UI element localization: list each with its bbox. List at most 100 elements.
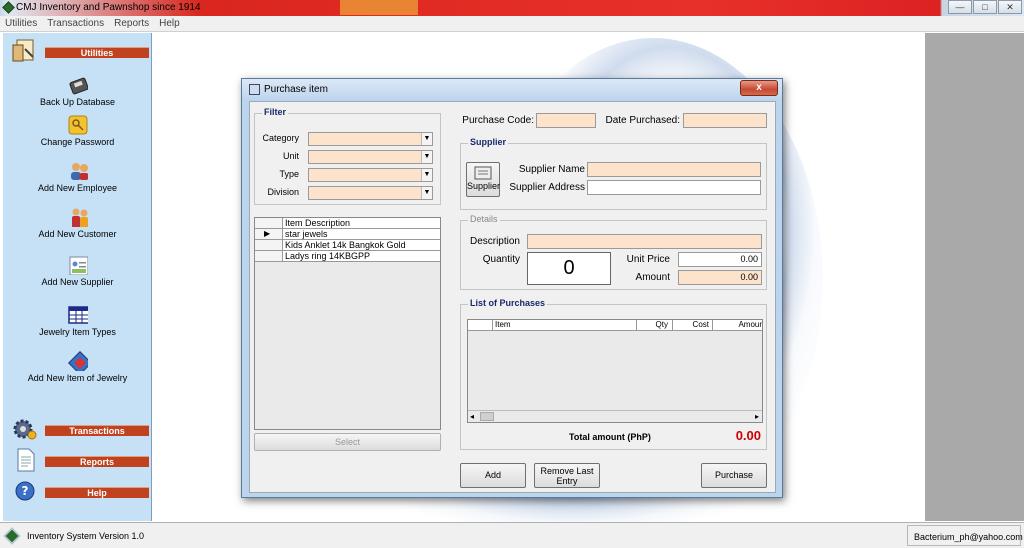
horizontal-scrollbar[interactable]: ◂ ▸ (468, 410, 762, 422)
amount-label: Amount (635, 272, 670, 283)
title-highlight (340, 0, 418, 15)
sidebar-item-change-password[interactable]: Change Password (3, 115, 152, 148)
dialog-body: Filter Category ▼ Unit ▼ Type ▼ Division… (249, 101, 776, 493)
window-title: CMJ Inventory and Pawnshop since 1914 (16, 2, 201, 13)
list-of-purchases-group: List of Purchases Item Qty Cost Amour ◂ … (460, 298, 767, 450)
remove-last-entry-button[interactable]: Remove Last Entry (534, 463, 600, 488)
scroll-left-icon[interactable]: ◂ (470, 412, 474, 421)
menu-reports[interactable]: Reports (109, 16, 154, 31)
sidebar-item-label: Jewelry Item Types (39, 327, 116, 337)
supplier-address-field[interactable] (587, 180, 761, 195)
unit-label: Unit (282, 151, 299, 161)
total-amount-label: Total amount (PhP) (569, 432, 651, 442)
date-purchased-field[interactable] (683, 113, 767, 128)
type-combo[interactable]: ▼ (308, 168, 433, 182)
window-controls: — □ ✕ (947, 0, 1022, 14)
scroll-right-icon[interactable]: ▸ (755, 412, 759, 421)
app-logo-icon (2, 1, 15, 14)
menu-utilities[interactable]: Utilities (0, 16, 42, 31)
utilities-header[interactable]: Utilities (11, 37, 151, 65)
transactions-header[interactable]: Transactions (11, 415, 151, 443)
column-cost[interactable]: Cost (672, 320, 712, 331)
dialog-title: Purchase item (264, 84, 328, 95)
contact-card-icon (69, 256, 88, 275)
database-icon (68, 77, 88, 95)
contact-email: Bacterium_ph@yahoo.com (907, 525, 1023, 546)
purchases-list-header: Item Qty Cost Amour (468, 320, 762, 331)
row-header (255, 240, 283, 250)
scroll-thumb[interactable] (480, 412, 494, 421)
utilities-icon (12, 39, 34, 62)
column-amount[interactable]: Amour (712, 320, 762, 331)
table-row[interactable]: Ladys ring 14KBGPP (255, 251, 440, 262)
quantity-field[interactable]: 0 (527, 252, 611, 285)
table-cell[interactable]: star jewels (285, 229, 328, 239)
total-amount-value: 0.00 (735, 428, 761, 443)
chevron-down-icon: ▼ (421, 133, 432, 145)
supplier-button-label: Supplier (467, 181, 501, 191)
supplier-name-field[interactable] (587, 162, 761, 177)
status-bar: Inventory System Version 1.0 Bacterium_p… (0, 522, 1024, 548)
users-icon (70, 163, 88, 180)
purchase-code-field[interactable] (536, 113, 596, 128)
sidebar-item-label: Add New Employee (37, 183, 118, 193)
dialog-window-icon (249, 84, 260, 95)
quantity-label: Quantity (482, 254, 520, 265)
items-grid[interactable]: Item Description ▶ star jewels Kids Ankl… (254, 217, 441, 430)
maximize-button[interactable]: □ (973, 0, 997, 14)
table-row[interactable]: Kids Anklet 14k Bangkok Gold (255, 240, 440, 251)
svg-text:?: ? (22, 484, 29, 498)
table-cell[interactable]: Ladys ring 14KBGPP (285, 251, 370, 261)
menu-help[interactable]: Help (154, 16, 185, 31)
help-header-label: Help (45, 487, 149, 498)
grid-header-item-description[interactable]: Item Description (285, 218, 350, 228)
sidebar-item-jewelry-item-types[interactable]: Jewelry Item Types (3, 305, 152, 338)
purchases-list[interactable]: Item Qty Cost Amour ◂ ▸ (467, 319, 763, 423)
description-field[interactable] (527, 234, 762, 249)
dialog-close-button[interactable]: x (740, 80, 778, 96)
help-header[interactable]: ? Help (11, 477, 151, 505)
add-button[interactable]: Add (460, 463, 526, 488)
reports-header[interactable]: Reports (11, 446, 151, 474)
help-icon: ? (15, 481, 35, 501)
type-label: Type (279, 169, 299, 179)
supplier-legend: Supplier (468, 137, 509, 147)
close-window-button[interactable]: ✕ (998, 0, 1022, 14)
utilities-header-label: Utilities (45, 47, 149, 58)
sidebar-item-add-supplier[interactable]: Add New Supplier (3, 255, 152, 288)
category-label: Category (262, 133, 299, 143)
filter-group: Filter Category ▼ Unit ▼ Type ▼ Division… (254, 107, 441, 205)
table-row[interactable]: ▶ star jewels (255, 229, 440, 240)
column-item[interactable]: Item (492, 320, 638, 331)
chevron-down-icon: ▼ (421, 187, 432, 199)
sidebar-item-label: Change Password (40, 137, 115, 147)
row-selected-marker: ▶ (255, 229, 283, 239)
unit-price-field[interactable]: 0.00 (678, 252, 762, 267)
sidebar-item-backup[interactable]: Back Up Database (3, 75, 152, 108)
dialog-title-bar[interactable]: Purchase item x (242, 79, 782, 99)
sidebar-item-label: Add New Item of Jewelry (27, 373, 128, 383)
sidebar-item-add-employee[interactable]: Add New Employee (3, 161, 152, 194)
division-label: Division (267, 187, 299, 197)
division-combo[interactable]: ▼ (308, 186, 433, 200)
sidebar-item-add-customer[interactable]: Add New Customer (3, 207, 152, 240)
purchase-item-dialog: Purchase item x Filter Category ▼ Unit ▼… (241, 78, 783, 498)
details-group: Details Description Quantity 0 Unit Pric… (460, 214, 767, 290)
supplier-button[interactable]: Supplier (466, 162, 500, 197)
sidebar-item-label: Back Up Database (39, 97, 116, 107)
document-icon (17, 448, 35, 472)
supplier-address-label: Supplier Address (509, 182, 585, 193)
table-cell[interactable]: Kids Anklet 14k Bangkok Gold (285, 240, 406, 250)
menu-transactions[interactable]: Transactions (42, 16, 109, 31)
select-button[interactable]: Select (254, 433, 441, 451)
app-status-icon (3, 527, 21, 545)
title-bar: CMJ Inventory and Pawnshop since 1914 — … (0, 0, 1024, 16)
purchase-button[interactable]: Purchase (701, 463, 767, 488)
minimize-button[interactable]: — (948, 0, 972, 14)
unit-price-label: Unit Price (626, 254, 670, 265)
column-qty[interactable]: Qty (636, 320, 672, 331)
purchase-code-label: Purchase Code: (462, 115, 534, 126)
category-combo[interactable]: ▼ (308, 132, 433, 146)
sidebar-item-add-jewelry[interactable]: Add New Item of Jewelry (3, 351, 152, 384)
unit-combo[interactable]: ▼ (308, 150, 433, 164)
